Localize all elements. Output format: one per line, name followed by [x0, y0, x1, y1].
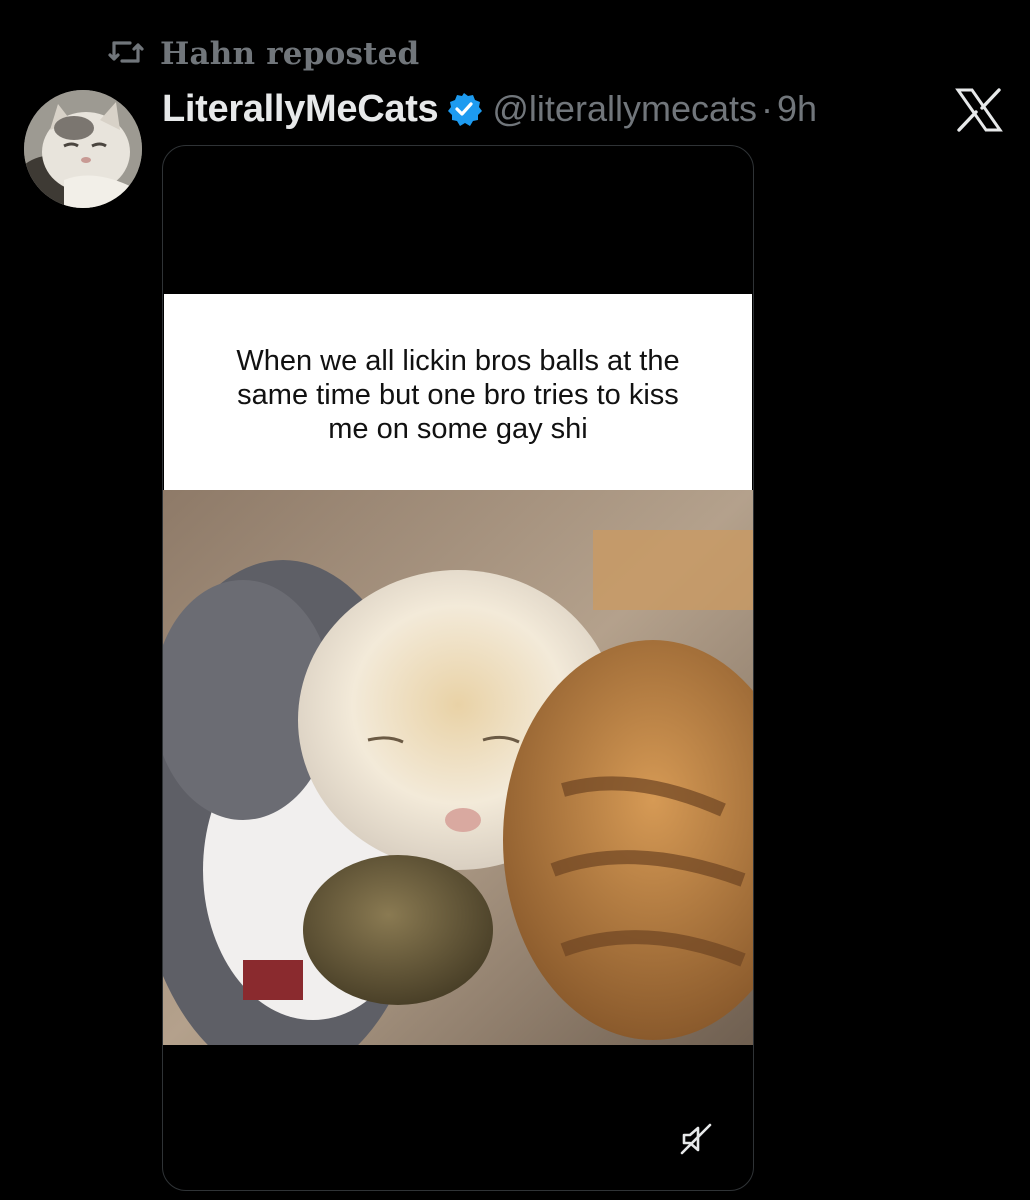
volume-muted-icon[interactable] — [678, 1121, 714, 1157]
video-player[interactable]: When we all lickin bros balls at the sam… — [162, 145, 754, 1191]
x-logo-icon[interactable] — [955, 88, 1003, 132]
video-caption-box: When we all lickin bros balls at the sam… — [164, 294, 752, 490]
display-name[interactable]: LiterallyMeCats — [162, 88, 439, 131]
timestamp[interactable]: 9h — [777, 88, 817, 130]
post-header: LiterallyMeCats @literallymecats · 9h — [162, 84, 817, 134]
repost-indicator[interactable]: Hahn reposted — [106, 34, 419, 74]
repost-label[interactable]: Hahn reposted — [160, 36, 419, 72]
handle[interactable]: @literallymecats — [492, 88, 757, 130]
verified-badge-icon — [448, 93, 483, 126]
repost-icon — [106, 35, 146, 74]
cats-video-frame[interactable] — [163, 490, 753, 1045]
video-caption: When we all lickin bros balls at the sam… — [236, 345, 680, 445]
separator-dot: · — [761, 88, 773, 129]
avatar[interactable] — [24, 90, 142, 208]
